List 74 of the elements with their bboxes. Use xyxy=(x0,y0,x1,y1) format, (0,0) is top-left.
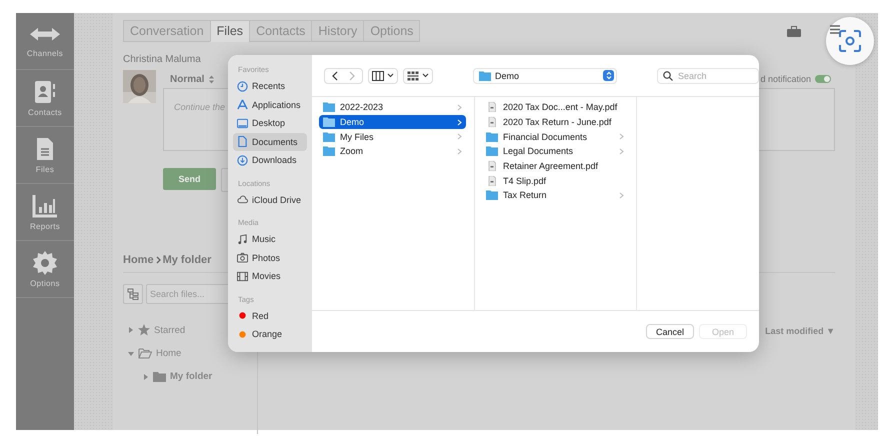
tab[interactable]: Files xyxy=(210,20,250,42)
folder-icon xyxy=(138,348,152,359)
updown-icon xyxy=(603,70,614,81)
file-row[interactable]: Financial Documents xyxy=(482,129,628,144)
contact-name: Christina Maluma xyxy=(123,54,202,65)
sidebar-item[interactable]: Photos xyxy=(233,248,307,267)
file-row[interactable]: 2022-2023 xyxy=(319,100,466,115)
group-button[interactable] xyxy=(403,68,433,84)
sidebar-item[interactable]: Red xyxy=(233,306,307,325)
grid-icon xyxy=(407,70,419,80)
dialog-button[interactable]: Cancel xyxy=(646,324,694,339)
star-icon xyxy=(138,324,150,336)
desktop-icon xyxy=(237,118,248,129)
film-icon xyxy=(237,270,248,282)
folder-icon xyxy=(486,190,498,200)
sidebar-item[interactable]: Movies xyxy=(233,267,307,286)
notification-toggle[interactable] xyxy=(815,75,831,83)
file-row[interactable]: 2020 Tax Doc...ent - May.pdf xyxy=(482,100,628,115)
pdf-file-icon xyxy=(486,161,498,172)
clock-icon xyxy=(237,80,248,92)
location-select[interactable]: Demo xyxy=(473,68,617,84)
sidebar-item[interactable]: Desktop xyxy=(233,114,307,132)
folder-icon xyxy=(479,70,491,80)
column-view-button[interactable] xyxy=(368,68,398,84)
search-icon xyxy=(663,70,673,80)
sidebar-item[interactable]: iCloud Drive xyxy=(233,190,307,209)
pdf-file-icon xyxy=(486,117,498,128)
folder-icon xyxy=(486,132,498,142)
chevron-icon xyxy=(619,192,624,199)
caret-icon xyxy=(422,73,429,78)
download-icon xyxy=(237,154,248,166)
folder-icon xyxy=(323,102,335,112)
sidebar-item[interactable]: Downloads xyxy=(233,151,307,170)
tree-view-button[interactable] xyxy=(123,284,143,304)
music-note-icon xyxy=(237,234,248,245)
folder-icon xyxy=(153,372,166,382)
updown-icon xyxy=(209,74,214,84)
folder-icon xyxy=(323,132,335,142)
chevron-icon xyxy=(156,256,161,264)
caret-icon xyxy=(387,73,394,78)
sidebar-item[interactable]: Recents xyxy=(233,77,307,96)
file-row[interactable]: Tax Return xyxy=(482,188,628,203)
tree-icon xyxy=(127,288,139,300)
file-row[interactable]: T4 Slip.pdf xyxy=(482,173,628,188)
folder-icon xyxy=(323,146,335,156)
tag-dot-icon xyxy=(237,310,248,322)
pdf-file-icon xyxy=(486,176,498,186)
file-row[interactable]: My Files xyxy=(319,129,466,144)
document-icon xyxy=(237,136,248,148)
menu-icon[interactable] xyxy=(830,25,840,34)
sidebar-item[interactable]: Orange xyxy=(233,325,307,344)
briefcase-icon[interactable] xyxy=(787,26,801,36)
file-row[interactable]: Demo xyxy=(319,114,466,130)
file-row[interactable]: Legal Documents xyxy=(482,144,628,159)
pdf-file-icon xyxy=(486,102,498,112)
apps-icon xyxy=(237,99,248,110)
contacts-icon xyxy=(34,80,56,104)
scan-icon xyxy=(839,30,861,52)
notification-label: d notification xyxy=(760,74,811,84)
folder-icon xyxy=(323,117,335,128)
tag-dot-icon xyxy=(237,328,248,340)
file-row[interactable]: 2020 Tax Return - June.pdf xyxy=(482,114,628,130)
columns-icon xyxy=(372,70,384,80)
sidebar-item[interactable]: Documents xyxy=(233,132,307,151)
folder-icon xyxy=(486,146,498,156)
bar-chart-icon xyxy=(32,194,58,218)
sidebar-item[interactable]: Music xyxy=(233,230,307,248)
file-icon xyxy=(36,136,54,160)
settings-icon xyxy=(33,250,57,274)
camera-icon xyxy=(237,252,248,264)
cloud-icon xyxy=(237,194,248,206)
file-row[interactable]: Retainer Agreement.pdf xyxy=(482,158,628,174)
file-row[interactable]: Zoom xyxy=(319,144,466,159)
sidebar-item[interactable]: Applications xyxy=(233,96,307,114)
